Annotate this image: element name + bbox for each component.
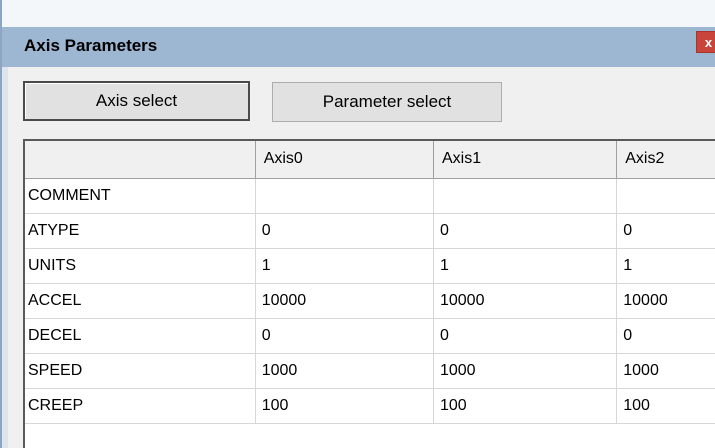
row-header-accel[interactable]: ACCEL (25, 283, 256, 319)
close-icon: x (704, 34, 713, 50)
grid-cell[interactable]: 10000 (433, 283, 618, 319)
table-row: ATYPE 0 0 0 (25, 213, 715, 249)
grid-cell[interactable]: 1000 (616, 353, 715, 389)
table-row: DECEL 0 0 0 (25, 318, 715, 354)
column-header-axis1[interactable]: Axis1 (433, 141, 618, 179)
grid-cell[interactable]: 100 (616, 388, 715, 424)
row-header-units[interactable]: UNITS (25, 248, 256, 284)
table-row: CREEP 100 100 100 (25, 388, 715, 424)
parameter-select-button[interactable]: Parameter select (272, 82, 502, 122)
parameter-table: Axis0 Axis1 Axis2 COMMENT ATYPE 0 0 0 UN… (25, 141, 715, 424)
grid-cell[interactable] (255, 178, 434, 214)
row-header-creep[interactable]: CREEP (25, 388, 256, 424)
row-header-atype[interactable]: ATYPE (25, 213, 256, 249)
grid-cell[interactable]: 100 (255, 388, 434, 424)
grid-cell[interactable]: 0 (433, 213, 618, 249)
grid-cell[interactable]: 0 (616, 318, 715, 354)
grid-cell[interactable]: 0 (255, 318, 434, 354)
grid-cell[interactable]: 1000 (433, 353, 618, 389)
grid-cell[interactable]: 0 (433, 318, 618, 354)
grid-cell[interactable]: 1 (255, 248, 434, 284)
grid-cell[interactable]: 1 (616, 248, 715, 284)
table-header-row: Axis0 Axis1 Axis2 (25, 141, 715, 179)
window-titlebar[interactable]: Axis Parameters (2, 27, 715, 67)
grid-cell[interactable]: 10000 (616, 283, 715, 319)
table-row: SPEED 1000 1000 1000 (25, 353, 715, 389)
close-button[interactable]: x (696, 31, 715, 53)
grid-cell[interactable]: 0 (255, 213, 434, 249)
grid-cell[interactable]: 100 (433, 388, 618, 424)
axis-select-button[interactable]: Axis select (23, 81, 250, 121)
window-top-strip (2, 0, 715, 27)
row-header-speed[interactable]: SPEED (25, 353, 256, 389)
grid-cell[interactable] (616, 178, 715, 214)
grid-cell[interactable]: 10000 (255, 283, 434, 319)
table-row: UNITS 1 1 1 (25, 248, 715, 284)
grid-cell[interactable]: 0 (616, 213, 715, 249)
row-header-decel[interactable]: DECEL (25, 318, 256, 354)
axis-parameters-window: Axis Parameters x Axis select Parameter … (0, 0, 715, 448)
table-row: COMMENT (25, 178, 715, 214)
grid-cell[interactable]: 1 (433, 248, 618, 284)
table-row: ACCEL 10000 10000 10000 (25, 283, 715, 319)
column-header-axis2[interactable]: Axis2 (616, 141, 715, 179)
grid-cell[interactable]: 1000 (255, 353, 434, 389)
corner-header-cell[interactable] (25, 141, 256, 179)
row-header-comment[interactable]: COMMENT (25, 178, 256, 214)
grid-cell[interactable] (433, 178, 618, 214)
column-header-axis0[interactable]: Axis0 (255, 141, 434, 179)
parameter-grid[interactable]: Axis0 Axis1 Axis2 COMMENT ATYPE 0 0 0 UN… (23, 139, 715, 448)
window-title: Axis Parameters (24, 36, 158, 55)
